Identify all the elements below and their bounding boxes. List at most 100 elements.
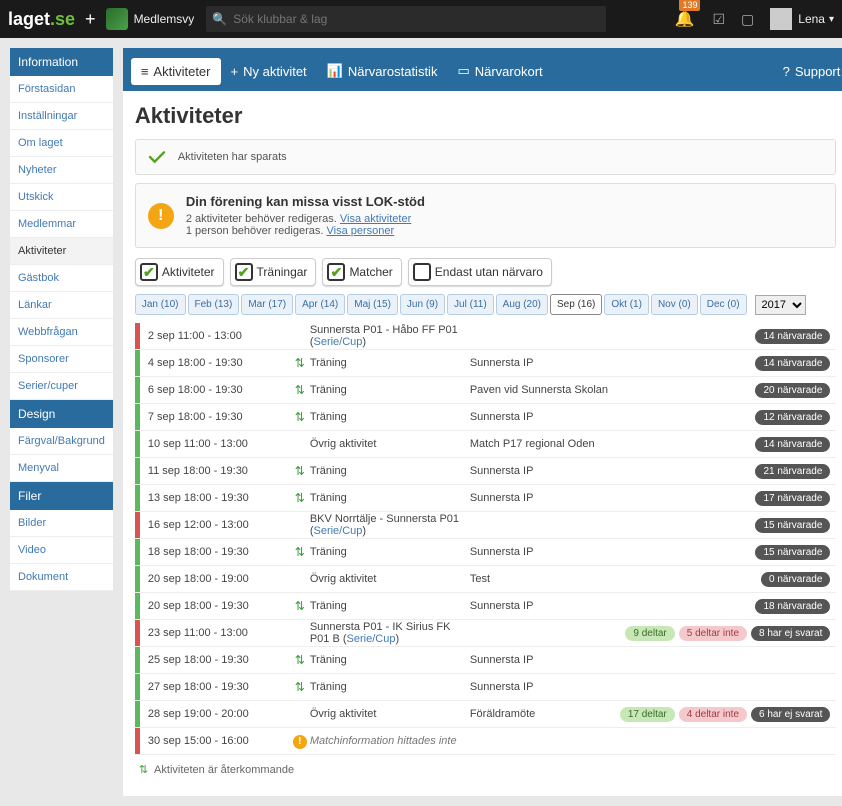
sidebar-item-aktiviteter[interactable]: Aktiviteter	[10, 238, 113, 265]
tab-narvarostatistik[interactable]: 📊Närvarostatistik	[317, 57, 448, 85]
serie-cup-link[interactable]: Serie/Cup	[314, 336, 363, 348]
activity-row[interactable]: 20 sep 18:00 - 19:30⇅TräningSunnersta IP…	[135, 593, 837, 620]
sidebar-item-f-rgval-bakgrund[interactable]: Färgval/Bakgrund	[10, 428, 113, 455]
month-9[interactable]: Okt (1)	[604, 294, 649, 315]
search-box[interactable]: 🔍	[206, 6, 606, 32]
activity-time: 27 sep 18:00 - 19:30	[140, 681, 290, 693]
recurring-icon: ⇅	[290, 491, 310, 505]
month-0[interactable]: Jan (10)	[135, 294, 186, 315]
sidebar-item-sponsorer[interactable]: Sponsorer	[10, 346, 113, 373]
avatar[interactable]	[770, 8, 792, 30]
activity-row[interactable]: 10 sep 11:00 - 13:00Övrig aktivitetMatch…	[135, 431, 837, 458]
activity-row[interactable]: 27 sep 18:00 - 19:30⇅TräningSunnersta IP	[135, 674, 837, 701]
year-select[interactable]: 2017	[755, 295, 806, 315]
club-logo-icon[interactable]	[106, 8, 128, 30]
search-input[interactable]	[233, 12, 606, 26]
tab-ny-aktivitet[interactable]: +Ny aktivitet	[221, 58, 317, 85]
warning-icon	[148, 203, 174, 229]
sidebar-item-video[interactable]: Video	[10, 537, 113, 564]
sidebar-item-medlemmar[interactable]: Medlemmar	[10, 211, 113, 238]
activity-row[interactable]: 13 sep 18:00 - 19:30⇅TräningSunnersta IP…	[135, 485, 837, 512]
serie-cup-link[interactable]: Serie/Cup	[347, 633, 396, 645]
sidebar-item-bilder[interactable]: Bilder	[10, 510, 113, 537]
sidebar-item-webbfr-gan[interactable]: Webbfrågan	[10, 319, 113, 346]
status-badge: 4 deltar inte	[679, 707, 747, 722]
shield-icon[interactable]: ▢	[741, 11, 754, 28]
month-7[interactable]: Aug (20)	[496, 294, 548, 315]
filter-aktiviteter[interactable]: Aktiviteter	[135, 258, 224, 286]
month-6[interactable]: Jul (11)	[447, 294, 494, 315]
serie-cup-link[interactable]: Serie/Cup	[314, 525, 363, 537]
badge-wrap: 12 närvarade	[755, 410, 836, 425]
activity-time: 28 sep 19:00 - 20:00	[140, 708, 290, 720]
logo[interactable]: laget.se	[8, 9, 75, 30]
activity-row[interactable]: 11 sep 18:00 - 19:30⇅TräningSunnersta IP…	[135, 458, 837, 485]
support-link[interactable]: ?Support	[783, 64, 841, 79]
sidebar-section-header: Information	[10, 48, 113, 76]
activity-row[interactable]: 6 sep 18:00 - 19:30⇅TräningPaven vid Sun…	[135, 377, 837, 404]
tab-label: Närvarokort	[475, 64, 543, 79]
link-visa-aktiviteter[interactable]: Visa aktiviteter	[340, 213, 411, 225]
badge-wrap: 17 närvarade	[755, 491, 836, 506]
sidebar-item-f-rstasidan[interactable]: Förstasidan	[10, 76, 113, 103]
month-3[interactable]: Apr (14)	[295, 294, 345, 315]
month-8[interactable]: Sep (16)	[550, 294, 602, 315]
tab-aktiviteter[interactable]: ≡Aktiviteter	[131, 58, 221, 85]
filter-matcher[interactable]: Matcher	[322, 258, 401, 286]
sidebar-item-l-nkar[interactable]: Länkar	[10, 292, 113, 319]
activity-row[interactable]: 23 sep 11:00 - 13:00Sunnersta P01 - IK S…	[135, 620, 837, 647]
activity-type: Övrig aktivitet	[310, 708, 470, 720]
sidebar-item-om-laget[interactable]: Om laget	[10, 130, 113, 157]
activity-row[interactable]: 30 sep 15:00 - 16:00Matchinformation hit…	[135, 728, 837, 755]
activity-row[interactable]: 18 sep 18:00 - 19:30⇅TräningSunnersta IP…	[135, 539, 837, 566]
status-badge: 5 deltar inte	[679, 626, 747, 641]
sidebar-item-utskick[interactable]: Utskick	[10, 184, 113, 211]
add-icon[interactable]: +	[85, 9, 96, 30]
activity-row[interactable]: 28 sep 19:00 - 20:00Övrig aktivitetFöräl…	[135, 701, 837, 728]
filter-label: Aktiviteter	[162, 265, 215, 279]
legend: ⇅ Aktiviteten är återkommande	[135, 755, 837, 784]
warning-title: Din förening kan missa visst LOK-stöd	[186, 194, 425, 209]
checkbox-icon	[327, 263, 345, 281]
activity-row[interactable]: 25 sep 18:00 - 19:30⇅TräningSunnersta IP	[135, 647, 837, 674]
activity-time: 2 sep 11:00 - 13:00	[140, 330, 290, 342]
month-4[interactable]: Maj (15)	[347, 294, 398, 315]
tab-label: Aktiviteter	[153, 64, 210, 79]
sidebar-item-g-stbok[interactable]: Gästbok	[10, 265, 113, 292]
activity-type: Matchinformation hittades inte	[310, 735, 470, 747]
activity-row[interactable]: 20 sep 18:00 - 19:00Övrig aktivitetTest0…	[135, 566, 837, 593]
saved-text: Aktiviteten har sparats	[178, 151, 287, 163]
activity-row[interactable]: 2 sep 11:00 - 13:00Sunnersta P01 - Håbo …	[135, 323, 837, 350]
chevron-down-icon[interactable]: ▾	[829, 14, 834, 25]
activity-location: Paven vid Sunnersta Skolan	[470, 383, 620, 397]
month-2[interactable]: Mar (17)	[241, 294, 293, 315]
sidebar-item-inst-llningar[interactable]: Inställningar	[10, 103, 113, 130]
activity-row[interactable]: 16 sep 12:00 - 13:00BKV Norrtälje - Sunn…	[135, 512, 837, 539]
month-11[interactable]: Dec (0)	[700, 294, 747, 315]
month-1[interactable]: Feb (13)	[188, 294, 240, 315]
sidebar-item-dokument[interactable]: Dokument	[10, 564, 113, 591]
activity-location: Test	[470, 572, 620, 586]
filter-endast-utan-narvaro[interactable]: Endast utan närvaro	[408, 258, 552, 286]
tasks-icon[interactable]: ☑	[712, 11, 725, 28]
activity-row[interactable]: 4 sep 18:00 - 19:30⇅TräningSunnersta IP1…	[135, 350, 837, 377]
activity-type: Träning	[310, 546, 470, 558]
status-badge: 21 närvarade	[755, 464, 830, 479]
status-badge: 14 närvarade	[755, 329, 830, 344]
sidebar-item-serier-cuper[interactable]: Serier/cuper	[10, 373, 113, 400]
notifications-icon[interactable]: 🔔139	[675, 9, 695, 29]
warning-alert: Din förening kan missa visst LOK-stöd 2 …	[135, 183, 837, 248]
activity-row[interactable]: 7 sep 18:00 - 19:30⇅TräningSunnersta IP1…	[135, 404, 837, 431]
link-visa-personer[interactable]: Visa personer	[326, 225, 394, 237]
sidebar-item-nyheter[interactable]: Nyheter	[10, 157, 113, 184]
tab-narvarokort[interactable]: ▭Närvarokort	[447, 57, 552, 85]
filter-traningar[interactable]: Träningar	[230, 258, 317, 286]
month-5[interactable]: Jun (9)	[400, 294, 445, 315]
memberview-label[interactable]: Medlemsvy	[134, 12, 195, 26]
username[interactable]: Lena	[798, 12, 825, 26]
sidebar-item-menyval[interactable]: Menyval	[10, 455, 113, 482]
badge-wrap: 17 deltar4 deltar inte6 har ej svarat	[620, 707, 837, 722]
month-10[interactable]: Nov (0)	[651, 294, 698, 315]
status-badge: 8 har ej svarat	[751, 626, 830, 641]
tab-label: Ny aktivitet	[243, 64, 307, 79]
